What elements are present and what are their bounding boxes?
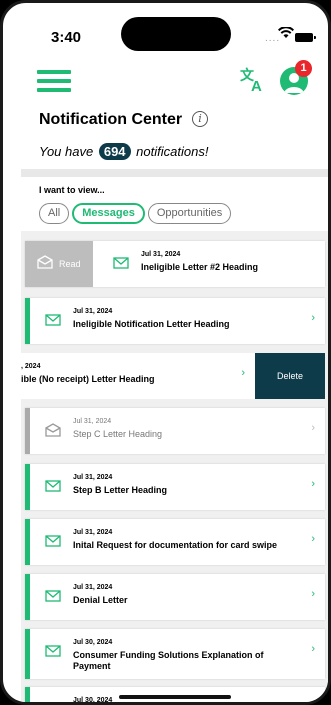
- envelope-icon: [45, 590, 61, 602]
- section-divider: [21, 169, 328, 177]
- notification-heading: Ineligible Notification Letter Heading: [73, 319, 230, 329]
- list-item[interactable]: Jul 31, 2024 Step B Letter Heading ›: [25, 464, 325, 510]
- status-bar: 3:40 ....: [3, 3, 328, 63]
- unread-indicator: [25, 629, 30, 679]
- unread-indicator: [25, 298, 30, 344]
- notification-summary: You have 694 notifications!: [39, 143, 208, 160]
- hamburger-icon[interactable]: [37, 70, 71, 92]
- list-item[interactable]: Jul 30, 2024 Consumer Funding Solutions …: [25, 629, 325, 679]
- chevron-right-icon: ›: [311, 312, 315, 324]
- notification-heading: Step C Letter Heading: [73, 429, 163, 439]
- filter-chips: All Messages Opportunities: [39, 203, 232, 225]
- notification-heading: Step B Letter Heading: [73, 485, 168, 495]
- battery-icon: [295, 33, 316, 42]
- list-item-content[interactable]: , 2024 ible (No receipt) Letter Heading …: [21, 353, 255, 399]
- wifi-icon: [278, 27, 294, 38]
- translate-icon[interactable]: 文 A: [239, 65, 267, 93]
- chevron-right-icon: ›: [311, 588, 315, 600]
- chevron-right-icon: ›: [311, 478, 315, 490]
- envelope-icon: [45, 314, 61, 326]
- unread-indicator: [25, 687, 30, 702]
- notification-count: 694: [98, 143, 131, 160]
- list-item[interactable]: Jul 31, 2024 Inital Request for document…: [25, 519, 325, 565]
- envelope-icon: [45, 535, 61, 547]
- unread-indicator: [25, 519, 30, 565]
- notification-date: Jul 31, 2024: [73, 474, 113, 481]
- summary-prefix: You have: [39, 144, 94, 159]
- envelope-icon: [45, 480, 61, 492]
- notification-badge: 1: [295, 60, 312, 77]
- chevron-right-icon: ›: [311, 643, 315, 655]
- envelope-icon: [45, 645, 61, 657]
- filter-chip-messages[interactable]: Messages: [72, 203, 145, 224]
- notification-heading: Denial Letter: [73, 595, 128, 605]
- notification-date: Jul 30, 2024: [73, 697, 113, 704]
- list-item[interactable]: Jul 31, 2024 Step C Letter Heading ›: [25, 408, 325, 454]
- dynamic-island: [121, 17, 231, 51]
- delete-button[interactable]: Delete: [255, 353, 325, 399]
- page-title: Notification Center: [39, 111, 183, 128]
- notification-date: , 2024: [21, 363, 41, 370]
- read-indicator: [25, 408, 30, 454]
- phone-screen: 3:40 .... 文 A 1 Notification Center i Yo…: [0, 0, 331, 705]
- notification-date: Jul 31, 2024: [73, 308, 113, 315]
- notification-date: Jul 31, 2024: [141, 251, 181, 258]
- notification-date: Jul 31, 2024: [73, 584, 113, 591]
- notification-heading: Ineligible Letter #2 Heading: [141, 262, 259, 272]
- svg-text:A: A: [251, 78, 262, 93]
- list-item[interactable]: , 2024 ible (No receipt) Letter Heading …: [21, 353, 325, 399]
- notification-heading: Consumer Funding Solutions Explanation o…: [73, 650, 264, 671]
- notification-date: Jul 30, 2024: [73, 639, 113, 646]
- unread-indicator: [25, 464, 30, 510]
- chevron-right-icon: ›: [311, 422, 315, 434]
- envelope-icon: [37, 255, 53, 269]
- info-icon[interactable]: i: [192, 111, 208, 127]
- envelope-open-icon: [45, 423, 61, 437]
- filter-label: I want to view...: [39, 185, 105, 195]
- envelope-icon: [113, 257, 129, 269]
- notification-heading: Inital Request for documentation for car…: [73, 540, 278, 550]
- unread-indicator: [25, 574, 30, 620]
- chevron-right-icon: ›: [311, 533, 315, 545]
- notification-date: Jul 31, 2024: [73, 418, 112, 425]
- chevron-right-icon: ›: [241, 367, 245, 379]
- read-label: Read: [59, 259, 81, 269]
- notification-heading: ible (No receipt) Letter Heading: [21, 374, 155, 384]
- list-item[interactable]: Jul 31, 2024 Denial Letter ›: [25, 574, 325, 620]
- filter-chip-all[interactable]: All: [39, 203, 70, 224]
- list-item[interactable]: Jul 31, 2024 Ineligible Notification Let…: [25, 298, 325, 344]
- notification-date: Jul 31, 2024: [73, 529, 113, 536]
- list-item[interactable]: Read Jul 31, 2024 Ineligible Letter #2 H…: [25, 241, 325, 287]
- home-indicator[interactable]: [119, 695, 231, 699]
- status-time: 3:40: [51, 29, 82, 46]
- filter-chip-opportunities[interactable]: Opportunities: [147, 203, 232, 224]
- mark-read-action[interactable]: Read: [25, 241, 93, 287]
- summary-suffix: notifications!: [136, 144, 209, 159]
